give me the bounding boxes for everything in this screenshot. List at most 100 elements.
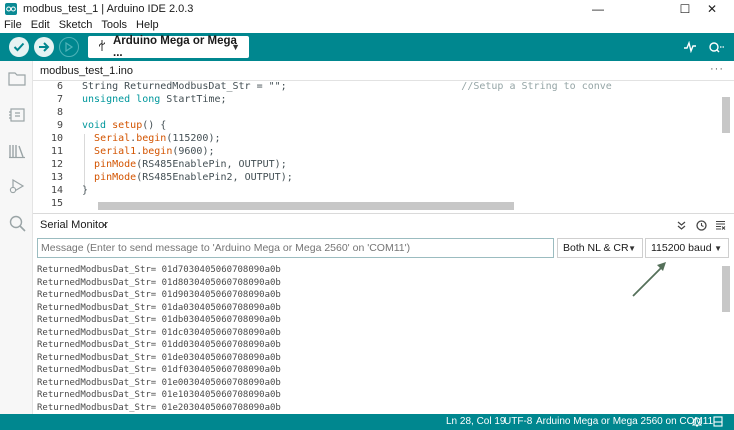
- code-text: void setup() {: [82, 119, 166, 132]
- cursor-position[interactable]: Ln 28, Col 19: [446, 416, 506, 427]
- code-line: 9 void setup() {: [33, 119, 723, 132]
- editor-tab-bar: modbus_test_1.ino ···: [33, 61, 734, 81]
- close-icon[interactable]: ×: [101, 218, 108, 232]
- code-line: 6 String ReturnedModbusDat_Str = ""; //Se…: [33, 81, 723, 93]
- code-token: String ReturnedModbusDat_Str = "";: [82, 81, 287, 92]
- serial-message-input[interactable]: [37, 238, 554, 258]
- board-selector[interactable]: Arduino Mega or Mega ... ▼: [88, 35, 249, 59]
- search-icon: [9, 215, 26, 232]
- debug-button[interactable]: [59, 37, 79, 57]
- serial-plotter-button[interactable]: [680, 38, 700, 56]
- line-number: 12: [50, 159, 63, 170]
- code-line: 12 pinMode(RS485EnablePin, OUTPUT);: [33, 158, 723, 171]
- verify-button[interactable]: [9, 37, 29, 57]
- line-number: 7: [56, 94, 63, 105]
- sketchbook-button[interactable]: [7, 68, 27, 88]
- code-line: 7 unsigned long StartTime;: [33, 93, 723, 106]
- line-number: 6: [56, 81, 63, 92]
- code-token: unsigned long: [82, 94, 167, 105]
- serial-monitor-button[interactable]: [706, 38, 726, 56]
- code-text: String ReturnedModbusDat_Str = ""; //Set…: [82, 81, 612, 93]
- code-text: pinMode(RS485EnablePin2, OUTPUT);: [82, 171, 293, 184]
- serial-monitor-icon: [709, 42, 724, 53]
- panel-toggle-icon[interactable]: [713, 416, 723, 430]
- file-encoding[interactable]: UTF-8: [504, 416, 532, 427]
- search-button[interactable]: [7, 213, 27, 233]
- library-manager-icon: [9, 145, 25, 159]
- code-editor[interactable]: 6 String ReturnedModbusDat_Str = ""; //Se…: [33, 81, 734, 213]
- line-number: 9: [56, 120, 63, 131]
- close-button[interactable]: ✕: [690, 0, 734, 17]
- menu-bar: File Edit Sketch Tools Help: [0, 17, 734, 33]
- line-ending-select[interactable]: Both NL & CR ▼: [557, 238, 643, 258]
- menu-item-edit[interactable]: Edit: [31, 19, 50, 31]
- board-port-status[interactable]: Arduino Mega or Mega 2560 on COM11: [536, 416, 713, 427]
- line-number: 13: [50, 172, 63, 183]
- clock-icon: [695, 219, 707, 231]
- notification-bell-icon[interactable]: [691, 416, 703, 430]
- code-line: 10 Serial.begin(115200);: [33, 132, 723, 145]
- more-options-icon[interactable]: ···: [710, 63, 724, 75]
- code-token: }: [82, 185, 89, 196]
- baud-rate-value: 115200 baud: [651, 242, 712, 254]
- autoscroll-button[interactable]: [674, 218, 688, 232]
- debug-icon: [9, 178, 25, 194]
- serial-plotter-icon: [684, 41, 696, 53]
- code-text: }: [82, 184, 88, 197]
- status-bar: Ln 28, Col 19 UTF-8 Arduino Mega or Mega…: [0, 414, 734, 430]
- window-title: modbus_test_1 | Arduino IDE 2.0.3: [23, 2, 194, 15]
- serial-monitor-header: Serial Monitor ×: [33, 213, 734, 235]
- menu-item-help[interactable]: Help: [136, 19, 159, 31]
- chevron-down-icon: ▼: [231, 42, 240, 52]
- code-token: begin: [136, 133, 167, 144]
- code-token: pinMode: [94, 159, 137, 170]
- line-number: 8: [56, 107, 63, 118]
- debug-panel-button[interactable]: [7, 176, 27, 196]
- sketchbook-icon: [8, 71, 26, 86]
- sidebar: [0, 61, 33, 414]
- code-text: Serial.begin(115200);: [82, 132, 221, 145]
- code-token: () {: [142, 120, 167, 131]
- code-token: (RS485EnablePin2, OUTPUT);: [136, 172, 293, 183]
- serial-monitor-tab[interactable]: Serial Monitor: [40, 219, 108, 231]
- serial-output-line: ReturnedModbusDat_Str= 01da0304050607080…: [37, 302, 281, 313]
- code-text: pinMode(RS485EnablePin, OUTPUT);: [82, 158, 287, 171]
- serial-output-line: ReturnedModbusDat_Str= 01dd0304050607080…: [37, 340, 281, 350]
- board-name: Arduino Mega or Mega ...: [113, 35, 237, 59]
- serial-output-line: ReturnedModbusDat_Str= 01d90304050607080…: [37, 290, 281, 300]
- baud-rate-select[interactable]: 115200 baud ▼: [645, 238, 729, 258]
- vertical-scrollbar[interactable]: [722, 97, 730, 133]
- menu-item-sketch[interactable]: Sketch: [59, 19, 93, 31]
- timestamp-button[interactable]: [694, 218, 708, 232]
- line-ending-value: Both NL & CR: [563, 242, 629, 254]
- menu-item-tools[interactable]: Tools: [101, 19, 127, 31]
- serial-output-line: ReturnedModbusDat_Str= 01e10304050607080…: [37, 390, 281, 400]
- library-manager-button[interactable]: [7, 141, 27, 161]
- toolbar: Arduino Mega or Mega ... ▼: [0, 33, 734, 61]
- serial-output-line: ReturnedModbusDat_Str= 01dc0304050607080…: [37, 327, 281, 338]
- chevron-down-icon: ▼: [714, 244, 722, 253]
- line-number: 10: [50, 133, 63, 144]
- code-token: void: [82, 120, 113, 131]
- code-token: //Setup a String to conve: [286, 81, 612, 92]
- code-token: (115200);: [166, 133, 221, 144]
- output-vertical-scrollbar[interactable]: [722, 266, 730, 312]
- tab-sketch-file[interactable]: modbus_test_1.ino: [40, 65, 133, 77]
- serial-output-line: ReturnedModbusDat_Str= 01de0304050607080…: [37, 352, 281, 363]
- code-token: (9600);: [172, 146, 215, 157]
- code-line: 14}: [33, 184, 723, 197]
- line-number: 11: [50, 146, 63, 157]
- boards-manager-button[interactable]: [7, 105, 27, 125]
- code-text: unsigned long StartTime;: [82, 93, 227, 106]
- code-token: Serial: [94, 133, 131, 144]
- menu-item-file[interactable]: File: [4, 19, 22, 31]
- chevron-down-icon: ▼: [628, 244, 636, 253]
- code-line: 13 pinMode(RS485EnablePin2, OUTPUT);: [33, 171, 723, 184]
- upload-button[interactable]: [34, 37, 54, 57]
- minimize-button[interactable]: —: [576, 0, 620, 17]
- clear-output-button[interactable]: [713, 218, 727, 232]
- code-token: Serial1: [94, 146, 137, 157]
- code-token: (RS485EnablePin, OUTPUT);: [136, 159, 287, 170]
